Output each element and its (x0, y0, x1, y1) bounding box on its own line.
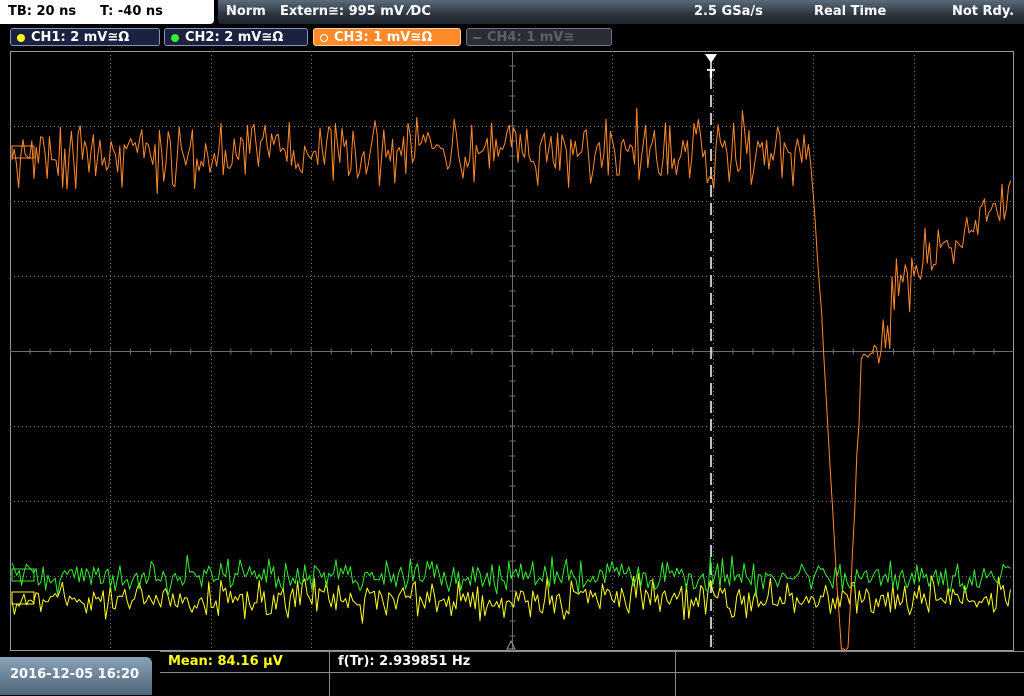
measurement-trigger-frequency[interactable]: f(Tr): 2.939851 Hz (330, 652, 676, 673)
waveform-display[interactable]: T (10, 51, 1014, 651)
timebase-box[interactable]: TB: 20 ns T: -40 ns (0, 0, 214, 24)
ch4-label: CH4: 1 mV≅ (487, 30, 575, 45)
bottom-bar: 2016-12-05 16:20 Mean: 84.16 µV f(Tr): 2… (0, 651, 1024, 696)
channel-tab-ch4[interactable]: CH4: 1 mV≅ (466, 28, 612, 46)
waveform-svg[interactable]: T (10, 51, 1014, 651)
date-time-box: 2016-12-05 16:20 (0, 657, 152, 695)
ch2-indicator-icon (171, 34, 179, 42)
trigger-time-value[interactable]: T: -40 ns (100, 0, 163, 24)
trigger-source[interactable]: Extern≅: 995 mV ⁄DC (280, 0, 431, 24)
run-status[interactable]: Not Rdy. (952, 0, 1014, 24)
ch3-indicator-icon (320, 34, 328, 42)
ch1-indicator-icon (17, 34, 25, 42)
ch4-indicator-icon (473, 37, 481, 39)
sample-rate[interactable]: 2.5 GSa/s (694, 0, 763, 24)
ch1-label: CH1: 2 mV≅Ω (31, 30, 130, 45)
ch2-label: CH2: 2 mV≅Ω (185, 30, 284, 45)
timebase-value[interactable]: TB: 20 ns (8, 0, 76, 24)
channel-tab-bar: CH1: 2 mV≅Ω CH2: 2 mV≅Ω CH3: 1 mV≅Ω CH4:… (0, 26, 1024, 49)
measurement-slot-6[interactable] (676, 673, 1024, 696)
channel-tab-ch2[interactable]: CH2: 2 mV≅Ω (164, 28, 308, 46)
measurement-panel[interactable]: Mean: 84.16 µV f(Tr): 2.939851 Hz (160, 651, 1024, 696)
measurement-mean[interactable]: Mean: 84.16 µV (160, 652, 330, 673)
ch3-label: CH3: 1 mV≅Ω (334, 30, 433, 45)
trigger-marker-label: T (707, 67, 716, 81)
top-status-bar: TB: 20 ns T: -40 ns Norm Extern≅: 995 mV… (0, 0, 1024, 26)
acquisition-strip: Norm Extern≅: 995 mV ⁄DC 2.5 GSa/s Real … (218, 0, 1024, 24)
channel-tab-ch3[interactable]: CH3: 1 mV≅Ω (313, 28, 461, 46)
measurement-slot-4[interactable] (160, 673, 330, 696)
trigger-mode[interactable]: Norm (226, 0, 266, 24)
acquisition-mode[interactable]: Real Time (814, 0, 886, 24)
measurement-slot-5[interactable] (330, 673, 676, 696)
measurement-slot-3[interactable] (676, 652, 1024, 673)
channel-tab-ch1[interactable]: CH1: 2 mV≅Ω (10, 28, 160, 46)
